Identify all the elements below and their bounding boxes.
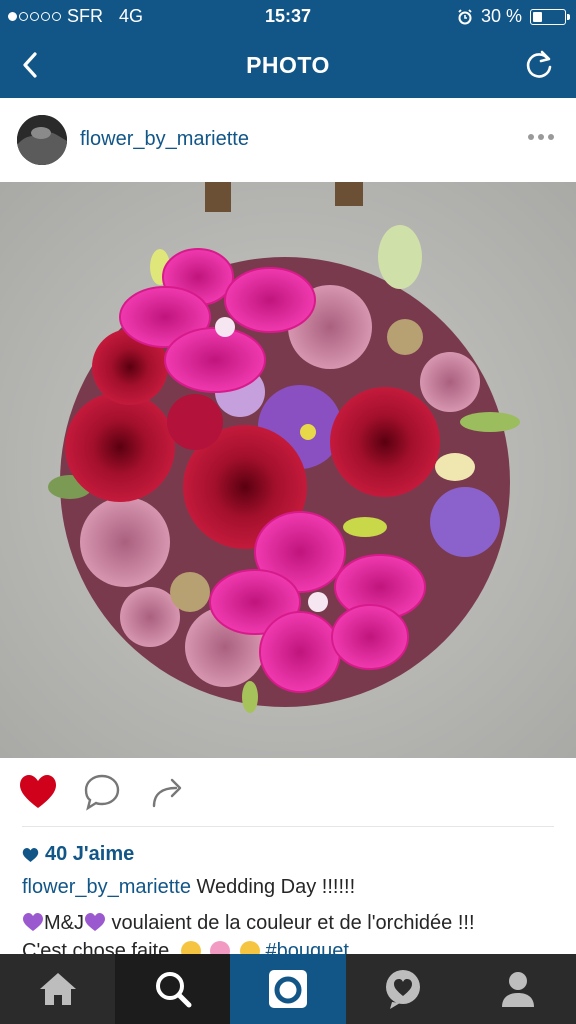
top-bar: SFR 4G 15:37 30 % PHOTO [0,0,576,98]
caption-line-1: flower_by_mariette Wedding Day !!!!!! [22,876,355,899]
caption-username[interactable]: flower_by_mariette [22,876,191,898]
home-icon [39,973,76,1005]
likes-text: 40 J'aime [45,843,135,865]
tab-home[interactable] [0,954,115,1024]
share-icon[interactable] [146,770,190,814]
bouquet-image [0,182,576,758]
tab-camera[interactable] [230,954,346,1024]
nav-bar: PHOTO [0,32,576,98]
likes-count[interactable]: 40 J'aime [22,843,134,866]
post-actions [0,770,576,820]
more-options-icon[interactable] [528,134,554,140]
profile-icon [502,972,535,1007]
status-right: 30 % [457,6,570,27]
caption-line-2-text: voulaient de la couleur et de l'orchidée… [106,912,475,934]
activity-icon [386,970,421,1009]
camera-icon [269,970,307,1008]
post-photo[interactable] [0,182,576,758]
comment-icon[interactable] [80,770,124,814]
tab-search[interactable] [115,954,231,1024]
caption-mj: M&J [44,912,84,934]
avatar[interactable] [17,115,67,165]
alarm-icon [458,8,472,24]
search-icon [155,972,192,1008]
purple-heart-icon [23,913,43,931]
divider [22,826,554,827]
caption-line-2: M&J voulaient de la couleur et de l'orch… [22,912,475,935]
tab-activity[interactable] [346,954,461,1024]
caption-text: Wedding Day !!!!!! [190,876,356,898]
battery-icon [530,8,570,25]
post-header: flower_by_mariette [0,98,576,182]
status-bar: SFR 4G 15:37 30 % [0,0,576,32]
purple-heart-icon [85,913,105,931]
battery-percent: 30 % [480,6,522,26]
page-title: PHOTO [246,52,330,78]
tab-profile[interactable] [461,954,576,1024]
small-heart-icon [22,847,39,862]
refresh-icon[interactable] [522,48,556,82]
bottom-tab-bar [0,954,576,1024]
post-username[interactable]: flower_by_mariette [80,128,249,151]
heart-icon[interactable] [16,770,60,814]
